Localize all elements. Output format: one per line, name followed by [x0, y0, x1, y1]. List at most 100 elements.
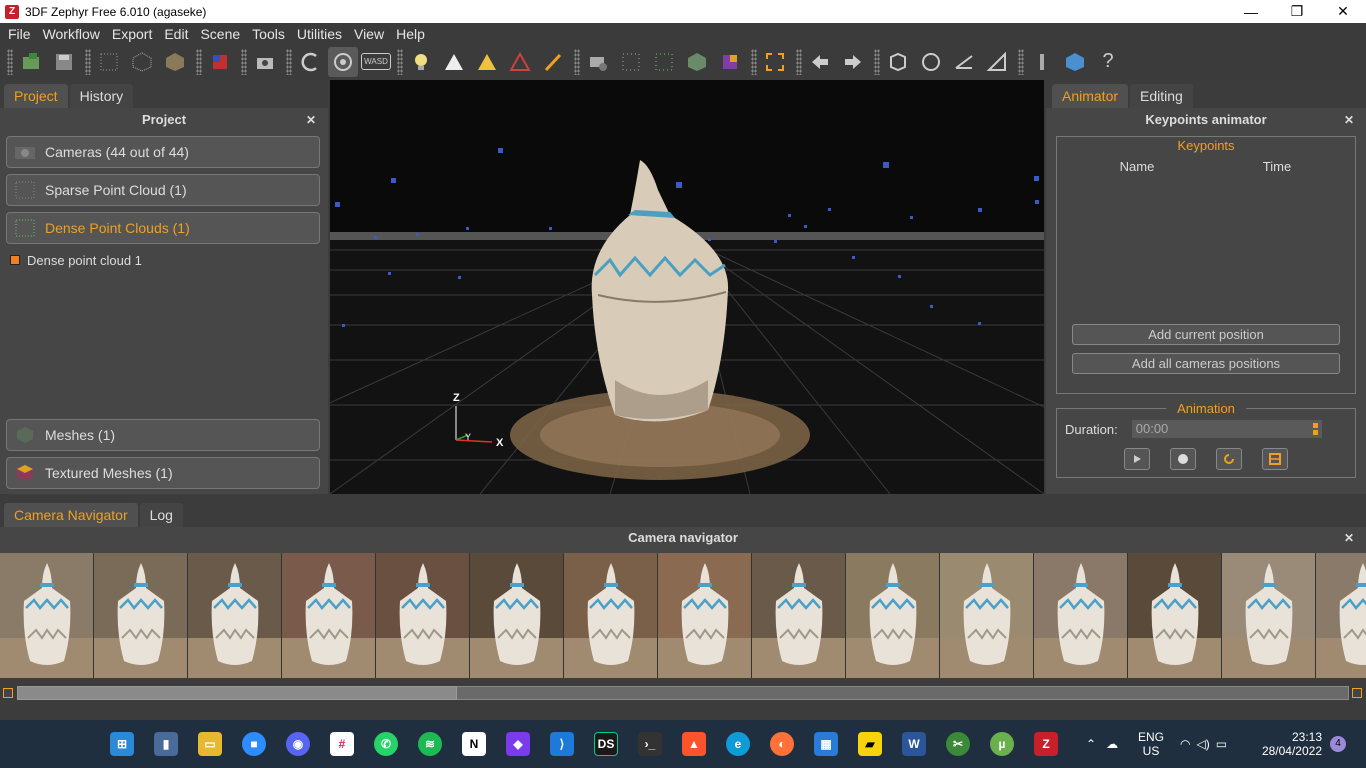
menu-view[interactable]: View	[350, 26, 392, 42]
sparse-point-cloud-button[interactable]: Sparse Point Cloud (1)	[6, 174, 320, 206]
tab-camera-navigator[interactable]: Camera Navigator	[4, 503, 138, 527]
film-button[interactable]	[1262, 448, 1288, 470]
notion-icon[interactable]: N	[462, 732, 486, 756]
firefox-icon[interactable]: ◐	[770, 732, 794, 756]
close-icon[interactable]: ✕	[306, 110, 316, 130]
camera-thumbnail[interactable]	[658, 553, 752, 678]
scroll-left-icon[interactable]	[3, 688, 13, 698]
circle-select-icon[interactable]	[916, 47, 946, 77]
word-icon[interactable]: W	[902, 732, 926, 756]
camera-thumbnail[interactable]	[470, 553, 564, 678]
chevron-up-icon[interactable]: ⌃	[1086, 737, 1096, 751]
dense-point-cloud-item[interactable]: Dense point cloud 1	[10, 250, 328, 270]
dense-point-clouds-button[interactable]: Dense Point Clouds (1)	[6, 212, 320, 244]
camera-thumbnail[interactable]	[564, 553, 658, 678]
scroll-right-icon[interactable]	[1352, 688, 1362, 698]
volume-icon[interactable]: ◁)	[1196, 737, 1209, 751]
start-icon[interactable]: ⊞	[110, 732, 134, 756]
wasd-icon[interactable]: WASD	[361, 47, 391, 77]
light-icon[interactable]	[406, 47, 436, 77]
dense-icon[interactable]	[127, 47, 157, 77]
datagrip-icon[interactable]: DS	[594, 732, 618, 756]
select-icon[interactable]	[883, 47, 913, 77]
zephyr-logo-icon[interactable]	[1060, 47, 1090, 77]
cameras-button[interactable]: Cameras (44 out of 44)	[6, 136, 320, 168]
camera-thumbnail[interactable]	[94, 553, 188, 678]
add-all-cameras-button[interactable]: Add all cameras positions	[1072, 353, 1340, 374]
grid-points-icon[interactable]	[649, 47, 679, 77]
battery-icon[interactable]: ▭	[1216, 737, 1227, 751]
navigator-scrollbar[interactable]	[0, 683, 1366, 703]
menu-file[interactable]: File	[4, 26, 39, 42]
close-button[interactable]: ✕	[1320, 0, 1366, 23]
wrench-icon[interactable]	[1027, 47, 1057, 77]
camera-thumbnail[interactable]	[940, 553, 1034, 678]
tab-animator[interactable]: Animator	[1052, 84, 1129, 108]
menu-tools[interactable]: Tools	[248, 26, 293, 42]
camera-thumbnail[interactable]	[376, 553, 470, 678]
tab-history[interactable]: History	[69, 84, 134, 108]
notification-area[interactable]: 4	[1330, 720, 1346, 768]
slack-icon[interactable]: #	[330, 732, 354, 756]
whatsapp-icon[interactable]: ✆	[374, 732, 398, 756]
camera-thumbnail[interactable]	[188, 553, 282, 678]
points-icon[interactable]	[616, 47, 646, 77]
menu-workflow[interactable]: Workflow	[39, 26, 108, 42]
tab-log[interactable]: Log	[139, 503, 183, 527]
calendar-icon[interactable]: ▦	[814, 732, 838, 756]
discord-icon[interactable]: ◉	[286, 732, 310, 756]
pivot-icon[interactable]	[328, 46, 358, 77]
duration-field[interactable]: 00:00	[1131, 420, 1322, 438]
triangle-rgb-icon[interactable]	[505, 47, 535, 77]
terminal-icon[interactable]: ›_	[638, 732, 662, 756]
camera-thumbnail[interactable]	[1034, 553, 1128, 678]
zoom-icon[interactable]: ■	[242, 732, 266, 756]
colored-cube-icon[interactable]	[715, 47, 745, 77]
language-indicator[interactable]: ENG US	[1138, 720, 1164, 768]
move-icon[interactable]	[949, 47, 979, 77]
camera-thumbnail[interactable]	[1222, 553, 1316, 678]
sparse-icon[interactable]	[94, 47, 124, 77]
orbit-icon[interactable]	[295, 47, 325, 77]
camera-settings-icon[interactable]	[583, 47, 613, 77]
spin-arrows-icon[interactable]	[1312, 423, 1318, 435]
spotify-icon[interactable]: ≋	[418, 732, 442, 756]
obsidian-icon[interactable]: ◆	[506, 732, 530, 756]
minimize-button[interactable]: —	[1228, 0, 1274, 23]
triangle-color-icon[interactable]	[472, 47, 502, 77]
camera-thumbnail[interactable]	[282, 553, 376, 678]
tab-project[interactable]: Project	[4, 84, 68, 108]
add-current-position-button[interactable]: Add current position	[1072, 324, 1340, 345]
help-icon[interactable]: ?	[1093, 47, 1123, 77]
brush-icon[interactable]	[538, 47, 568, 77]
camera-thumbnail[interactable]	[752, 553, 846, 678]
measure-icon[interactable]	[982, 47, 1012, 77]
visibility-checkbox[interactable]	[10, 255, 20, 265]
close-icon[interactable]: ✕	[1344, 527, 1354, 549]
system-tray[interactable]: ◠ ◁) ▭	[1180, 720, 1227, 768]
snip-icon[interactable]: ✂	[946, 732, 970, 756]
clock[interactable]: 23:13 28/04/2022	[1256, 720, 1322, 768]
tab-editing[interactable]: Editing	[1130, 84, 1193, 108]
menu-edit[interactable]: Edit	[160, 26, 196, 42]
cube-icon[interactable]	[682, 47, 712, 77]
wifi-icon[interactable]: ◠	[1180, 737, 1190, 751]
meshes-button[interactable]: Meshes (1)	[6, 419, 320, 451]
save-icon[interactable]	[49, 47, 79, 77]
menu-export[interactable]: Export	[108, 26, 160, 42]
edge-icon[interactable]: e	[726, 732, 750, 756]
brave-icon[interactable]: ▲	[682, 732, 706, 756]
zephyr-icon[interactable]: Z	[1034, 732, 1058, 756]
camera-thumbnail[interactable]	[846, 553, 940, 678]
3d-viewport[interactable]: Z Y X	[330, 80, 1044, 494]
close-icon[interactable]: ✕	[1344, 110, 1354, 130]
vscode-icon[interactable]: ⟩	[550, 732, 574, 756]
texture-icon[interactable]	[205, 47, 235, 77]
onedrive-icon[interactable]: ☁	[1106, 737, 1118, 751]
textured-meshes-button[interactable]: Textured Meshes (1)	[6, 457, 320, 489]
redo-icon[interactable]	[838, 47, 868, 77]
new-project-icon[interactable]	[16, 47, 46, 77]
utorrent-icon[interactable]: µ	[990, 732, 1014, 756]
menu-help[interactable]: Help	[392, 26, 433, 42]
record-button[interactable]	[1170, 448, 1196, 470]
